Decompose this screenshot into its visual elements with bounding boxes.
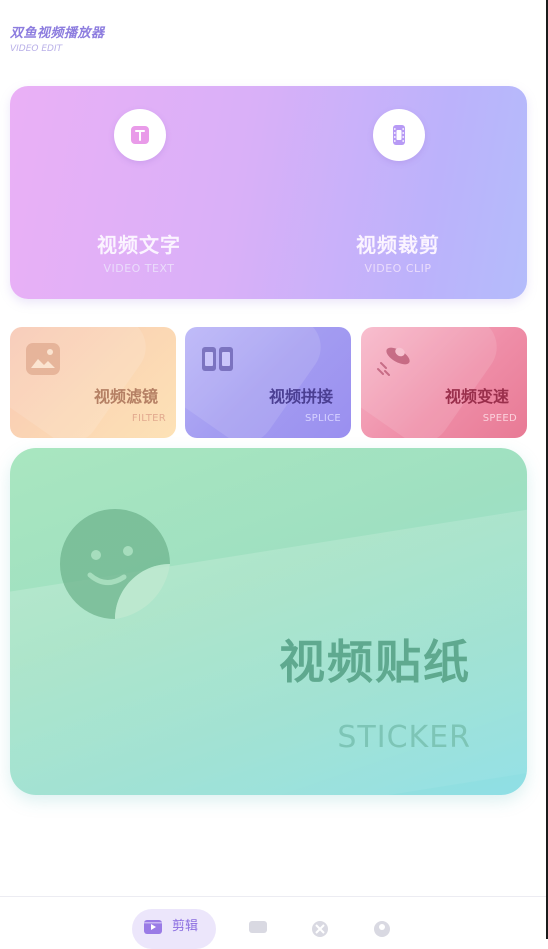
- video-text-subtitle: VIDEO TEXT: [103, 262, 175, 275]
- film-clip-icon: [373, 109, 425, 161]
- video-speed-tile[interactable]: 视频变速 SPEED: [361, 327, 527, 438]
- profile-tab-icon[interactable]: [371, 919, 393, 937]
- text-t-icon: [114, 109, 166, 161]
- video-speed-subtitle: SPEED: [482, 413, 517, 424]
- video-filter-title: 视频滤镜: [93, 387, 158, 406]
- app-title: 双鱼视频播放器: [10, 26, 105, 41]
- nav-tab-clip-label: 剪辑: [172, 919, 199, 934]
- video-splice-title: 视频拼接: [268, 387, 333, 406]
- video-text-title: 视频文字: [97, 233, 181, 257]
- video-text-button[interactable]: 视频文字 VIDEO TEXT: [10, 86, 268, 299]
- splice-frames-icon: [202, 347, 233, 371]
- ufo-speed-icon: [377, 347, 410, 376]
- bottom-nav: 剪辑: [0, 897, 546, 949]
- video-sticker-card[interactable]: 视频贴纸 STICKER: [10, 448, 527, 795]
- video-splice-subtitle: SPLICE: [305, 413, 341, 424]
- video-sticker-title: 视频贴纸: [279, 635, 471, 689]
- app-header: 双鱼视频播放器 VIDEO EDIT: [10, 22, 105, 54]
- video-clip-title: 视频裁剪: [356, 233, 440, 257]
- app-subtitle: VIDEO EDIT: [10, 44, 63, 54]
- video-filter-subtitle: FILTER: [131, 413, 166, 424]
- clip-tab-icon: [144, 920, 162, 934]
- nav-tab-clip[interactable]: 剪辑: [132, 909, 216, 949]
- video-clip-subtitle: VIDEO CLIP: [364, 262, 432, 275]
- image-filter-icon: [26, 343, 60, 375]
- video-speed-title: 视频变速: [444, 387, 509, 406]
- message-tab-icon[interactable]: [247, 919, 269, 937]
- video-filter-tile[interactable]: 视频滤镜 FILTER: [10, 327, 176, 438]
- video-clip-button[interactable]: 视频裁剪 VIDEO CLIP: [269, 86, 527, 299]
- video-sticker-subtitle: STICKER: [337, 720, 471, 755]
- game-tab-icon[interactable]: [309, 919, 331, 937]
- smiley-sticker-icon: [59, 509, 170, 619]
- text-clip-card: 视频文字 VIDEO TEXT 视频裁剪 VIDEO CLIP: [10, 86, 527, 299]
- video-splice-tile[interactable]: 视频拼接 SPLICE: [185, 327, 351, 438]
